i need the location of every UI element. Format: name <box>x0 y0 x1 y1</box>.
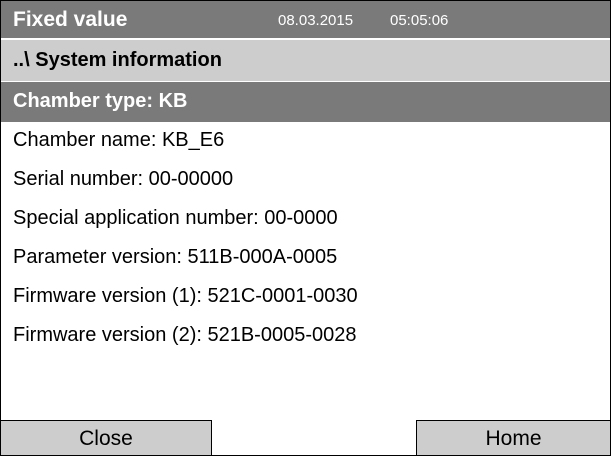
list-item-firmware-version-1: Firmware version (1): 521C-0001-0030 <box>1 278 610 317</box>
home-button[interactable]: Home <box>416 420 610 455</box>
time-display: 05:05:06 <box>390 12 449 29</box>
list-item-special-application: Special application number: 00-0000 <box>1 200 610 239</box>
serial-number-label: Serial number: 00-00000 <box>13 168 234 190</box>
list-item-serial-number: Serial number: 00-00000 <box>1 161 610 200</box>
system-info-list: Chamber name: KB_E6 Serial number: 00-00… <box>1 122 610 356</box>
firmware-version-2-label: Firmware version (2): 521B-0005-0028 <box>13 324 357 346</box>
menu-path-label: ..\ System information <box>13 49 222 71</box>
parameter-version-label: Parameter version: 511B-000A-0005 <box>13 246 338 268</box>
chamber-type-label: Chamber type: KB <box>13 90 188 112</box>
title-bar: Fixed value 08.03.2015 05:05:06 <box>1 1 610 40</box>
list-item-chamber-name: Chamber name: KB_E6 <box>1 122 610 161</box>
firmware-version-1-label: Firmware version (1): 521C-0001-0030 <box>13 285 358 307</box>
close-button[interactable]: Close <box>1 420 212 455</box>
controller-screen: Fixed value 08.03.2015 05:05:06 ..\ Syst… <box>0 0 611 456</box>
menu-path-bar[interactable]: ..\ System information <box>1 40 610 82</box>
chamber-name-label: Chamber name: KB_E6 <box>13 129 225 151</box>
list-item-parameter-version: Parameter version: 511B-000A-0005 <box>1 239 610 278</box>
list-item-firmware-version-2: Firmware version (2): 521B-0005-0028 <box>1 317 610 356</box>
date-display: 08.03.2015 <box>278 12 354 29</box>
special-application-label: Special application number: 00-0000 <box>13 207 338 229</box>
selected-list-item[interactable]: Chamber type: KB <box>1 82 610 122</box>
operating-mode-label: Fixed value <box>13 8 128 31</box>
